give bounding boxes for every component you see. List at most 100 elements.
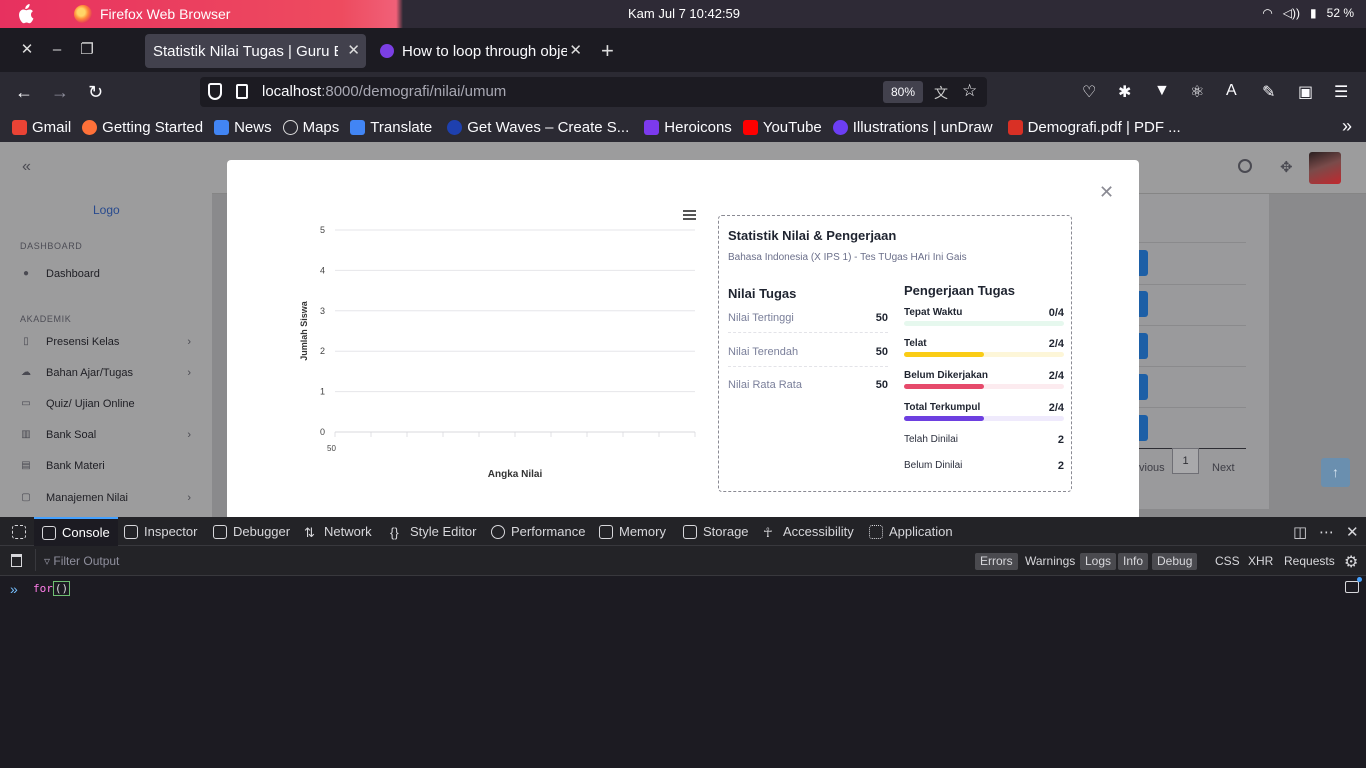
- bookmark-gmail[interactable]: Gmail: [12, 119, 71, 136]
- tab-storage[interactable]: Storage: [683, 517, 749, 546]
- picker-icon: [12, 524, 26, 539]
- sidebar-item-bahan-ajar[interactable]: ☁ Bahan Ajar/Tugas ›: [20, 363, 195, 383]
- more-options-icon[interactable]: ⋯: [1319, 523, 1334, 541]
- close-tab-icon[interactable]: ✕: [347, 41, 360, 59]
- close-devtools-icon[interactable]: ✕: [1346, 523, 1359, 541]
- bookmark-youtube[interactable]: YouTube: [742, 119, 822, 136]
- apple-icon[interactable]: [16, 4, 34, 24]
- action-button[interactable]: [1139, 333, 1148, 359]
- filter-warnings[interactable]: Warnings: [1020, 553, 1080, 570]
- console-settings-icon[interactable]: ⚙: [1344, 552, 1358, 572]
- pocket-icon[interactable]: ♡: [1082, 82, 1096, 102]
- back-icon[interactable]: ←: [15, 82, 33, 103]
- tracking-shield-icon[interactable]: [208, 83, 222, 100]
- penilaian-value: 2: [1057, 434, 1064, 446]
- tab-inspector[interactable]: Inspector: [124, 517, 197, 546]
- filter-xhr[interactable]: XHR: [1243, 553, 1278, 570]
- chart-menu-icon[interactable]: [683, 210, 696, 220]
- nilai-label: Nilai Rata Rata: [728, 379, 802, 391]
- scroll-top-button[interactable]: ↑: [1321, 458, 1350, 487]
- tab-accessibility[interactable]: ☥ Accessibility: [763, 517, 854, 546]
- filter-logs[interactable]: Logs: [1080, 553, 1117, 570]
- penilaian-value: 2: [1057, 460, 1064, 472]
- page-info-icon[interactable]: [236, 84, 248, 99]
- tab-performance[interactable]: Performance: [491, 517, 585, 546]
- clock[interactable]: Kam Jul 7 10:42:59: [628, 6, 740, 21]
- element-picker-icon[interactable]: [8, 517, 36, 546]
- tab-how-to-loop[interactable]: How to loop through obje ✕: [372, 34, 588, 68]
- translate-extension-icon[interactable]: A: [1226, 82, 1237, 100]
- bookmark-demografi-pdf[interactable]: Demografi.pdf | PDF ...: [1007, 119, 1181, 136]
- tab-application[interactable]: Application: [869, 517, 953, 546]
- dock-side-icon[interactable]: ◫: [1293, 523, 1307, 541]
- action-button[interactable]: [1139, 250, 1148, 276]
- sidebar-item-presensi[interactable]: ▯ Presensi Kelas ›: [20, 332, 195, 352]
- sidebar-item-quiz[interactable]: ▭ Quiz/ Ujian Online: [20, 394, 195, 414]
- action-button[interactable]: [1139, 415, 1148, 441]
- bookmark-heroicons[interactable]: Heroicons: [644, 119, 732, 136]
- sidebar-item-dashboard[interactable]: ● Dashboard: [20, 264, 195, 284]
- url-bar[interactable]: localhost:8000/demografi/nilai/umum 80% …: [200, 77, 987, 107]
- maximize-window-icon[interactable]: ❐: [77, 40, 97, 60]
- vue-devtools-icon[interactable]: ▼: [1154, 82, 1170, 100]
- previous-page[interactable]: vious: [1139, 462, 1165, 474]
- filter-debug[interactable]: Debug: [1152, 553, 1198, 570]
- logo[interactable]: Logo: [93, 203, 120, 217]
- color-picker-icon[interactable]: ✎: [1262, 82, 1275, 102]
- tab-network[interactable]: ⇅ Network: [304, 517, 372, 546]
- reload-icon[interactable]: ↻: [88, 82, 103, 103]
- search-icon[interactable]: [1238, 159, 1252, 173]
- close-tab-icon[interactable]: ✕: [569, 41, 582, 59]
- collapse-sidebar-icon[interactable]: «: [22, 158, 31, 176]
- bookmark-translate[interactable]: Translate: [350, 119, 432, 136]
- bookmark-star-icon[interactable]: ☆: [962, 81, 977, 101]
- bookmark-undraw[interactable]: Illustrations | unDraw: [832, 119, 993, 136]
- next-page[interactable]: Next: [1212, 462, 1235, 474]
- extension-icon[interactable]: ▣: [1298, 82, 1313, 102]
- console-input[interactable]: for(): [33, 581, 71, 596]
- chevron-right-icon: ›: [187, 367, 191, 379]
- command-paren: (): [52, 581, 71, 596]
- avatar[interactable]: [1309, 152, 1341, 184]
- clear-console-icon[interactable]: [11, 554, 22, 567]
- close-window-icon[interactable]: ✕: [17, 40, 37, 60]
- page-number[interactable]: 1: [1172, 448, 1199, 474]
- bookmark-get-waves[interactable]: Get Waves – Create S...: [447, 119, 629, 136]
- sidebar-item-bank-materi[interactable]: ▤ Bank Materi: [20, 456, 195, 476]
- gmail-icon: [12, 119, 27, 135]
- settings-icon[interactable]: ✥: [1280, 158, 1293, 176]
- status-area[interactable]: ◠ ◁)) ▮ 52 %: [1262, 6, 1354, 20]
- split-console-icon[interactable]: [1345, 577, 1362, 593]
- extension-bug-icon[interactable]: ✱: [1118, 82, 1131, 102]
- sidebar-item-bank-soal[interactable]: ▥ Bank Soal ›: [20, 425, 195, 445]
- filter-errors[interactable]: Errors: [975, 553, 1018, 570]
- tab-statistik[interactable]: Statistik Nilai Tugas | Guru Ed ✕: [145, 34, 366, 68]
- filter-css[interactable]: CSS: [1210, 553, 1245, 570]
- nilai-row: Nilai Tertinggi 50: [728, 308, 888, 333]
- filter-input[interactable]: ▿ Filter Output: [44, 554, 119, 568]
- bookmark-news[interactable]: News: [214, 119, 272, 136]
- zoom-level[interactable]: 80%: [883, 81, 923, 103]
- react-devtools-icon[interactable]: ⚛: [1190, 82, 1204, 102]
- minimize-window-icon[interactable]: –: [47, 40, 67, 60]
- bookmark-maps[interactable]: Maps: [282, 119, 339, 136]
- forward-icon[interactable]: →: [51, 82, 69, 103]
- tab-console[interactable]: Console: [34, 517, 118, 546]
- tab-debugger[interactable]: Debugger: [213, 517, 290, 546]
- sidebar-item-manajemen-nilai[interactable]: ▢ Manajemen Nilai ›: [20, 488, 195, 508]
- action-button[interactable]: [1139, 291, 1148, 317]
- filter-requests[interactable]: Requests: [1279, 553, 1340, 570]
- tab-memory[interactable]: Memory: [599, 517, 666, 546]
- filter-info[interactable]: Info: [1118, 553, 1149, 570]
- close-modal-icon[interactable]: ✕: [1099, 182, 1114, 203]
- tab-style-editor[interactable]: {} Style Editor: [390, 517, 476, 546]
- url-text[interactable]: localhost:8000/demografi/nilai/umum: [262, 83, 506, 100]
- translate-icon[interactable]: 文: [934, 83, 948, 103]
- new-tab-icon[interactable]: +: [601, 38, 614, 64]
- pengerjaan-label: Belum Dikerjakan: [904, 370, 988, 381]
- action-button[interactable]: [1139, 374, 1148, 400]
- menu-icon[interactable]: ☰: [1334, 82, 1348, 102]
- bookmark-getting-started[interactable]: Getting Started: [82, 119, 203, 136]
- firefox-icon: [82, 119, 98, 135]
- more-bookmarks-icon[interactable]: »: [1342, 116, 1352, 137]
